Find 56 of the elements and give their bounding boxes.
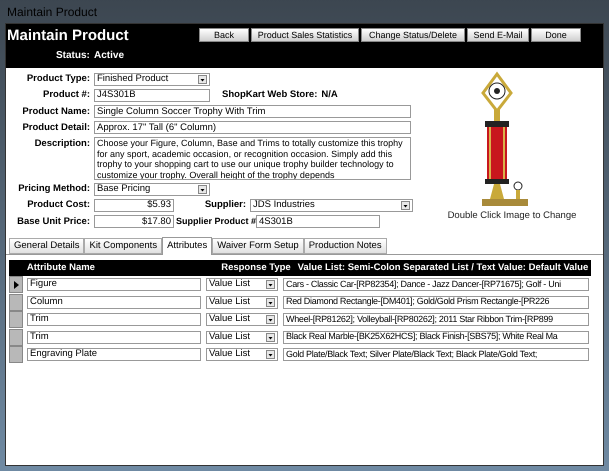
text-field[interactable]: 4S301B <box>256 215 380 228</box>
header-button[interactable]: Send E-Mail <box>467 28 529 42</box>
text-field[interactable]: Cars - Classic Car-[RP82354]; Dance - Jazz Dancer-[RP71675]; Golf - Uni <box>283 278 589 291</box>
tab[interactable]: Attributes <box>162 236 212 255</box>
dropdown-field[interactable]: Value List <box>206 278 278 291</box>
text-field[interactable]: Trim <box>27 330 201 344</box>
text-field[interactable]: $17.80 <box>94 215 174 228</box>
field-label: Product #: <box>42 88 91 102</box>
tab[interactable]: General Details <box>9 238 84 254</box>
dropdown-field[interactable]: JDS Industries <box>250 198 413 212</box>
field-label: Base Unit Price: <box>16 214 91 228</box>
field-label: Pricing Method: <box>17 182 91 196</box>
text-field[interactable]: Black Real Marble-[BK25X62HCS]; Black Finish-[SBS75]; White Real Ma <box>283 330 589 344</box>
text-field[interactable]: Single Column Soccer Trophy With Trim <box>94 105 411 118</box>
dropdown-field[interactable]: Value List <box>206 313 278 326</box>
dropdown-field[interactable]: Finished Product <box>94 72 210 86</box>
text-field[interactable]: Gold Plate/Black Text; Silver Plate/Black Text; Black Plate/Gold Text; <box>283 348 589 361</box>
text-field[interactable]: Approx. 17" Tall (6" Column) <box>94 121 411 134</box>
description-field[interactable]: Choose your Figure, Column, Base and Trims to totally customize this trophy for any sport, academic occasion, or recognition occasion. Simply add this trophy to your shopping cart to use our unique trophy builder technology to customize your trophy. Overall height of the trophy depends <box>94 137 411 180</box>
tab[interactable]: Waiver Form Setup <box>212 238 304 254</box>
dropdown-field[interactable]: Base Pricing <box>94 182 210 196</box>
text-field[interactable]: Trim <box>27 313 201 326</box>
status-label: Status: <box>56 49 91 63</box>
text-field[interactable]: Red Diamond Rectangle-[DM401]; Gold/Gold Prism Rectangle-[PR226 <box>283 296 589 308</box>
row-selector[interactable] <box>9 276 23 293</box>
column-header: Value List: Semi-Colon Separated List / Text Value: Default Value <box>296 260 590 275</box>
field-label: Product Cost: <box>26 198 91 212</box>
column-header: Attribute Name <box>26 260 96 275</box>
page-title: Maintain Product <box>7 27 130 45</box>
window-title: Maintain Product <box>6 4 98 20</box>
field-label: Product Name: <box>21 104 91 118</box>
header-button[interactable]: Product Sales Statistics <box>251 28 359 42</box>
text-field[interactable]: Column <box>27 296 201 308</box>
tab[interactable]: Kit Components <box>84 238 162 254</box>
dropdown-field[interactable]: Value List <box>206 330 278 344</box>
field-value: N/A <box>321 88 338 102</box>
text-field[interactable]: Engraving Plate <box>27 348 201 361</box>
column-header: Response Type <box>220 260 292 275</box>
text-field[interactable]: Figure <box>27 278 201 291</box>
dropdown-field[interactable]: Value List <box>206 296 278 308</box>
tab[interactable]: Production Notes <box>304 238 387 254</box>
field-label: Supplier: <box>204 198 247 212</box>
image-caption: Double Click Image to Change <box>448 209 576 223</box>
current-row-icon <box>14 280 18 288</box>
field-label: Product Type: <box>26 72 91 86</box>
text-field[interactable]: Wheel-[RP81262]; Volleyball-[RP80262]; 2011 Star Ribbon Trim-[RP899 <box>283 313 589 326</box>
field-label: Description: <box>34 137 91 151</box>
text-field[interactable]: $5.93 <box>94 198 174 212</box>
text-field[interactable]: J4S301B <box>94 88 210 102</box>
header-button[interactable]: Back <box>199 28 249 42</box>
header-button[interactable]: Change Status/Delete <box>361 28 465 42</box>
header-button[interactable]: Done <box>531 28 581 42</box>
status-value: Active <box>94 49 124 63</box>
field-label: ShopKart Web Store: <box>222 88 318 102</box>
dropdown-field[interactable]: Value List <box>206 348 278 361</box>
field-label: Product Detail: <box>21 120 91 135</box>
